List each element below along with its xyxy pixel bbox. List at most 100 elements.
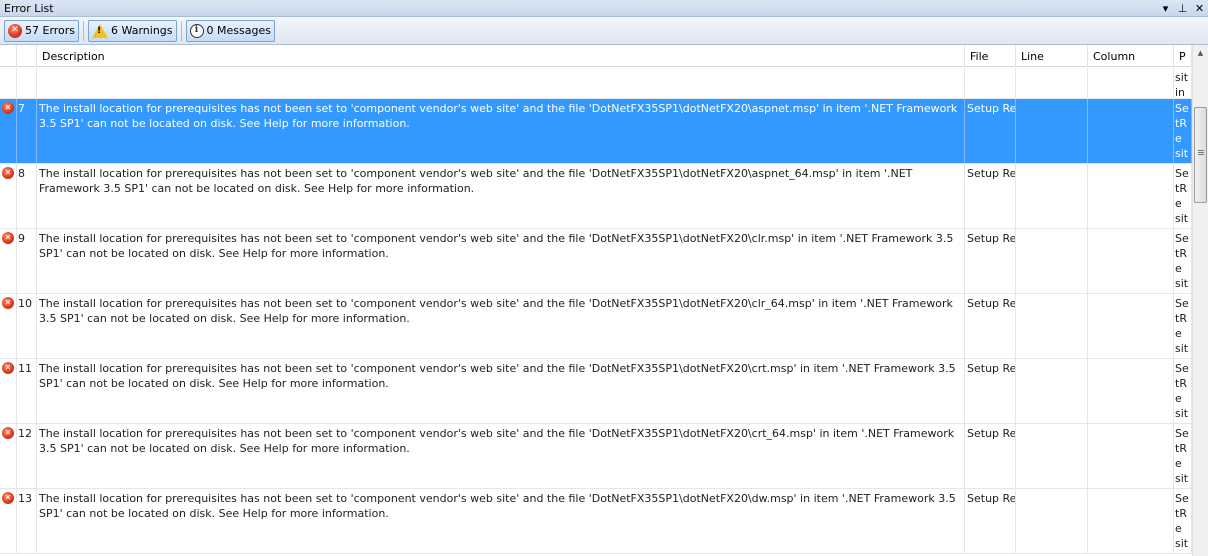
row-number: 7 <box>17 99 37 163</box>
errors-filter-button[interactable]: ✕ 57 Errors <box>4 19 80 42</box>
row-project: SetRe sition <box>1174 99 1192 163</box>
error-icon: ✕ <box>2 362 14 374</box>
table-row[interactable]: ✕ 10 The install location for prerequisite… <box>0 294 1192 359</box>
row-number: 8 <box>17 164 37 228</box>
row-description: The install location for prerequisites h… <box>37 164 965 228</box>
row-description: The install location for prerequisites h… <box>37 229 965 293</box>
row-description: The install location for prerequisites h… <box>37 359 965 423</box>
error-rows: sitin ✕ 7 The install location for prerequ… <box>0 68 1192 554</box>
row-icon-cell: ✕ <box>0 424 17 488</box>
column-header-icon[interactable] <box>0 45 17 67</box>
warning-icon: ! <box>92 23 109 38</box>
row-project: sitin <box>1174 68 1192 98</box>
warnings-filter-label: 6 Warnings <box>111 24 173 37</box>
error-list-grid: Description File Line Column P sitin ✕ 7 T… <box>0 45 1192 556</box>
row-file: Setup Re <box>965 229 1016 293</box>
row-file <box>965 68 1016 98</box>
row-number <box>17 68 37 98</box>
table-row[interactable]: ✕ 13 The install location for prerequisite… <box>0 489 1192 554</box>
row-column <box>1088 359 1174 423</box>
table-row[interactable]: ✕ 7 The install location for prerequisites… <box>0 99 1192 164</box>
row-column <box>1088 164 1174 228</box>
table-row[interactable]: sitin <box>0 68 1192 99</box>
row-column <box>1088 99 1174 163</box>
row-file: Setup Re <box>965 294 1016 358</box>
row-line <box>1016 294 1088 358</box>
row-project: SetRe sition <box>1174 489 1192 553</box>
row-icon-cell: ✕ <box>0 164 17 228</box>
table-row[interactable]: ✕ 9 The install location for prerequisites… <box>0 229 1192 294</box>
error-icon: ✕ <box>2 102 14 114</box>
messages-filter-button[interactable]: i 0 Messages <box>185 19 275 42</box>
messages-filter-label: 0 Messages <box>206 24 271 37</box>
row-number: 13 <box>17 489 37 553</box>
row-column <box>1088 294 1174 358</box>
row-number: 9 <box>17 229 37 293</box>
row-file: Setup Re <box>965 424 1016 488</box>
column-header-file[interactable]: File <box>965 45 1016 67</box>
scroll-up-icon[interactable]: ▲ <box>1193 45 1208 61</box>
row-icon-cell: ✕ <box>0 294 17 358</box>
row-description: The install location for prerequisites h… <box>37 489 965 553</box>
column-header-number[interactable] <box>17 45 37 67</box>
row-line <box>1016 99 1088 163</box>
error-icon: ✕ <box>2 297 14 309</box>
row-file: Setup Re <box>965 99 1016 163</box>
row-file: Setup Re <box>965 359 1016 423</box>
column-header-column[interactable]: Column <box>1088 45 1174 67</box>
close-icon[interactable]: ✕ <box>1191 0 1208 16</box>
row-line <box>1016 424 1088 488</box>
row-description: The install location for prerequisites h… <box>37 99 965 163</box>
row-description: The install location for prerequisites h… <box>37 424 965 488</box>
column-header-line[interactable]: Line <box>1016 45 1088 67</box>
row-column <box>1088 229 1174 293</box>
pin-icon[interactable]: ⊥ <box>1174 0 1191 16</box>
error-icon: ✕ <box>8 23 22 38</box>
table-row[interactable]: ✕ 8 The install location for prerequisites… <box>0 164 1192 229</box>
row-project: SetRe sition <box>1174 424 1192 488</box>
vertical-scrollbar[interactable]: ▲ <box>1192 45 1208 556</box>
row-description: The install location for prerequisites h… <box>37 294 965 358</box>
column-header-description[interactable]: Description <box>37 45 965 67</box>
toolbar-separator <box>180 20 182 41</box>
row-project: SetRe sition <box>1174 294 1192 358</box>
panel-title: Error List <box>4 1 54 15</box>
chevron-down-icon[interactable]: ▾ <box>1157 0 1174 16</box>
errors-filter-label: 57 Errors <box>25 24 76 37</box>
row-number: 10 <box>17 294 37 358</box>
column-header-project[interactable]: P <box>1174 45 1192 67</box>
row-icon-cell: ✕ <box>0 489 17 553</box>
row-icon-cell: ✕ <box>0 99 17 163</box>
row-project: SetRe sition <box>1174 359 1192 423</box>
column-header-row: Description File Line Column P <box>0 45 1192 67</box>
row-file: Setup Re <box>965 164 1016 228</box>
row-icon-cell: ✕ <box>0 359 17 423</box>
row-icon-cell <box>0 68 17 98</box>
row-line <box>1016 489 1088 553</box>
row-project: SetRe sition <box>1174 229 1192 293</box>
warnings-filter-button[interactable]: ! 6 Warnings <box>88 19 177 42</box>
row-line <box>1016 229 1088 293</box>
row-line <box>1016 164 1088 228</box>
error-icon: ✕ <box>2 492 14 504</box>
row-line <box>1016 68 1088 98</box>
row-description <box>37 68 965 98</box>
row-number: 11 <box>17 359 37 423</box>
error-icon: ✕ <box>2 427 14 439</box>
row-line <box>1016 359 1088 423</box>
error-icon: ✕ <box>2 232 14 244</box>
row-project: SetRe sition <box>1174 164 1192 228</box>
error-list-toolbar: ✕ 57 Errors ! 6 Warnings i 0 Messages <box>0 17 1208 45</box>
row-file: Setup Re <box>965 489 1016 553</box>
error-icon: ✕ <box>2 167 14 179</box>
row-number: 12 <box>17 424 37 488</box>
table-row[interactable]: ✕ 12 The install location for prerequisite… <box>0 424 1192 489</box>
row-column <box>1088 489 1174 553</box>
scrollbar-thumb[interactable] <box>1194 107 1207 203</box>
error-list-titlebar: Error List ▾ ⊥ ✕ <box>0 0 1208 17</box>
info-icon: i <box>189 23 204 38</box>
toolbar-separator <box>83 20 85 41</box>
table-row[interactable]: ✕ 11 The install location for prerequisite… <box>0 359 1192 424</box>
row-column <box>1088 424 1174 488</box>
row-column <box>1088 68 1174 98</box>
